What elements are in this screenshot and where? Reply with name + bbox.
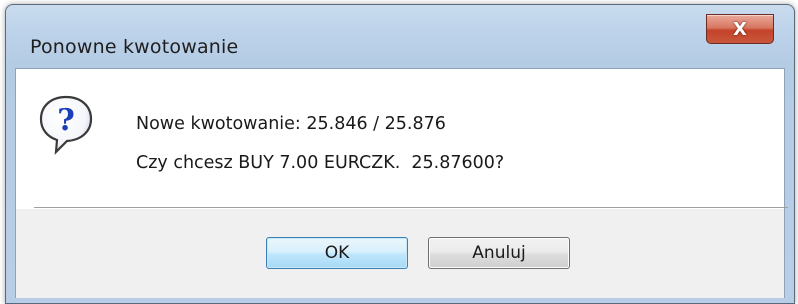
confirm-question-text: Czy chcesz BUY 7.00 EURCZK. 25.87600?	[136, 153, 505, 173]
title-bar[interactable]: Ponowne kwotowanie X	[6, 5, 794, 69]
close-button[interactable]: X	[706, 14, 774, 44]
message-area: ? Nowe kwotowanie: 25.846 / 25.876 Czy c…	[16, 69, 784, 209]
ok-button[interactable]: OK	[266, 237, 408, 269]
dialog-window: Ponowne kwotowanie X ? Nowe kwotowanie: …	[5, 4, 795, 304]
svg-text:?: ?	[57, 103, 75, 138]
quote-text: Nowe kwotowanie: 25.846 / 25.876	[136, 114, 446, 134]
question-icon: ?	[39, 95, 93, 155]
dialog-body: ? Nowe kwotowanie: 25.846 / 25.876 Czy c…	[15, 68, 788, 298]
dialog-title: Ponowne kwotowanie	[30, 36, 239, 58]
cancel-button[interactable]: Anuluj	[428, 237, 570, 269]
divider	[34, 207, 788, 208]
close-icon: X	[733, 18, 747, 40]
